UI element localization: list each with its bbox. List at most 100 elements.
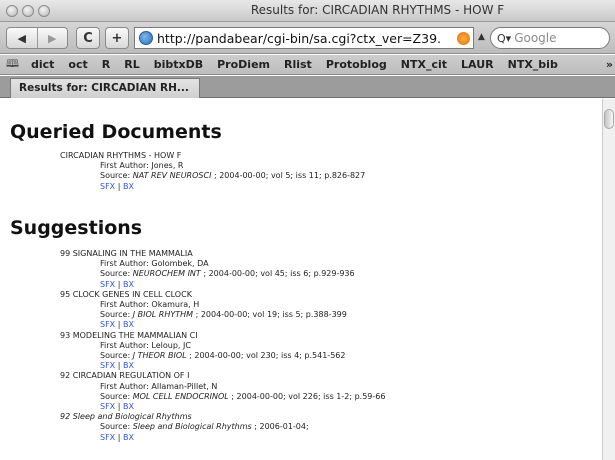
suggestion-item: 95 CLOCK GENES IN CELL CLOCK First Autho… <box>60 290 385 331</box>
suggestion-source: Source: Sleep and Biological Rhythms ; 2… <box>60 422 385 432</box>
suggestion-title: 93 MODELING THE MAMMALIAN CI <box>60 330 198 340</box>
suggestion-item: 92 Sleep and Biological Rhythms Source: … <box>60 412 385 443</box>
document-entry: CIRCADIAN RHYTHMS - HOW F First Author: … <box>60 151 365 192</box>
bx-link[interactable]: BX <box>123 320 134 329</box>
suggestion-links: SFX | BX <box>60 402 385 412</box>
bx-link[interactable]: BX <box>123 361 134 370</box>
document-source: Source: NAT REV NEUROSCI ; 2004-00-00; v… <box>60 171 365 181</box>
suggestion-author: First Author: Leloup, JC <box>100 340 191 350</box>
suggestion-source: Source: J BIOL RHYTHM ; 2004-00-00; vol … <box>60 310 385 320</box>
source-label: Source: <box>100 269 133 279</box>
journal-name: J BIOL RHYTHM <box>132 310 194 320</box>
sfx-link[interactable]: SFX <box>100 433 115 442</box>
source-details: ; 2006-01-04; <box>251 422 309 432</box>
title-bar: Results for: CIRCADIAN RHYTHMS - HOW F <box>0 0 615 22</box>
link-separator: | <box>115 361 123 371</box>
journal-name: NEUROCHEM INT <box>132 269 201 279</box>
suggestion-title: 95 CLOCK GENES IN CELL CLOCK <box>60 289 192 299</box>
rss-icon[interactable] <box>457 31 470 45</box>
forward-button[interactable]: ▶ <box>36 28 68 48</box>
journal-name: MOL CELL ENDOCRINOL <box>132 391 229 401</box>
document-links: SFX | BX <box>60 182 365 192</box>
suggestion-source: Source: J THEOR BIOL ; 2004-00-00; vol 2… <box>60 351 385 361</box>
document-title: CIRCADIAN RHYTHMS - HOW F <box>60 151 182 160</box>
suggestion-author: First Author: Allaman-Pillet, N <box>100 381 218 391</box>
search-placeholder: Google <box>514 31 557 45</box>
source-details: ; 2004-00-00; vol 5; iss 11; p.826-827 <box>211 171 366 181</box>
journal-name: NAT REV NEUROSCI <box>132 171 212 181</box>
suggestion-author: First Author: Golombek, DA <box>100 259 209 269</box>
source-label: Source: <box>100 391 133 401</box>
nav-button-group: ◀ ▶ <box>6 27 68 49</box>
bookmark-item[interactable]: NTX_cit <box>401 58 447 71</box>
bookmark-item[interactable]: LAUR <box>461 58 494 71</box>
journal-name: J THEOR BIOL <box>132 351 187 361</box>
suggestion-links: SFX | BX <box>60 320 385 330</box>
reload-button[interactable]: C <box>76 27 100 49</box>
bookmarks-overflow-button[interactable]: » <box>606 58 613 71</box>
search-input[interactable]: Q▾ Google <box>490 27 610 49</box>
vertical-scrollbar[interactable] <box>602 99 615 460</box>
suggestion-item: 99 SIGNALING IN THE MAMMALIA First Autho… <box>60 249 385 290</box>
bx-link[interactable]: BX <box>123 402 134 411</box>
suggestions-heading: Suggestions <box>10 217 143 239</box>
bookmark-item[interactable]: Protoblog <box>326 58 387 71</box>
bookmark-item[interactable]: ProDiem <box>217 58 270 71</box>
suggestion-item: 93 MODELING THE MAMMALIAN CI First Autho… <box>60 331 385 372</box>
sfx-link[interactable]: SFX <box>100 361 115 370</box>
bx-link[interactable]: BX <box>123 182 134 191</box>
source-label: Source: <box>100 422 133 432</box>
sfx-link[interactable]: SFX <box>100 402 115 411</box>
tab-results[interactable]: Results for: CIRCADIAN RH... <box>10 78 200 98</box>
back-button[interactable]: ◀ <box>7 28 37 48</box>
suggestion-item: 92 CIRCADIAN REGULATION OF I First Autho… <box>60 371 385 412</box>
search-icon[interactable]: Q▾ <box>497 32 511 45</box>
bookmark-item[interactable]: bibtxDB <box>154 58 203 71</box>
suggestion-author: First Author: Okamura, H <box>100 300 200 310</box>
address-bar[interactable]: http://pandabear/cgi-bin/sa.cgi?ctx_ver=… <box>134 27 474 49</box>
link-separator: | <box>115 279 123 289</box>
link-separator: | <box>115 320 123 330</box>
journal-name: Sleep and Biological Rhythms <box>132 422 252 432</box>
bookmark-item[interactable]: Rlist <box>284 58 312 71</box>
url-text[interactable]: http://pandabear/cgi-bin/sa.cgi?ctx_ver=… <box>157 31 457 46</box>
book-icon[interactable]: 🕮 <box>6 55 19 74</box>
suggestion-source: Source: MOL CELL ENDOCRINOL ; 2004-00-00… <box>60 392 385 402</box>
bookmark-item[interactable]: R <box>102 58 110 71</box>
sfx-link[interactable]: SFX <box>100 182 115 191</box>
bookmark-item[interactable]: RL <box>124 58 139 71</box>
sfx-link[interactable]: SFX <box>100 280 115 289</box>
add-bookmark-button[interactable]: + <box>105 27 129 49</box>
bookmark-item[interactable]: oct <box>68 58 87 71</box>
browser-window: Results for: CIRCADIAN RHYTHMS - HOW F ◀… <box>0 0 615 460</box>
bookmark-item[interactable]: NTX_bib <box>508 58 558 71</box>
bookmark-item[interactable]: dict <box>31 58 54 71</box>
queried-document: CIRCADIAN RHYTHMS - HOW F First Author: … <box>60 151 365 192</box>
link-separator: | <box>115 432 123 442</box>
scroll-thumb[interactable] <box>604 109 614 129</box>
bx-link[interactable]: BX <box>123 280 134 289</box>
source-details: ; 2004-00-00; vol 19; iss 5; p.388-399 <box>193 310 347 320</box>
source-label: Source: <box>100 351 133 361</box>
suggestions-list: 99 SIGNALING IN THE MAMMALIA First Autho… <box>60 249 385 443</box>
suggestion-links: SFX | BX <box>60 361 385 371</box>
queried-documents-heading: Queried Documents <box>10 121 222 143</box>
bookmarks-bar: 🕮 dict oct R RL bibtxDB ProDiem Rlist Pr… <box>0 55 615 75</box>
source-details: ; 2004-00-00; vol 230; iss 4; p.541-562 <box>186 351 346 361</box>
source-details: ; 2004-00-00; vol 45; iss 6; p.929-936 <box>200 269 355 279</box>
sfx-link[interactable]: SFX <box>100 320 115 329</box>
url-dropdown-icon[interactable]: ▲ <box>478 32 485 42</box>
source-details: ; 2004-00-00; vol 226; iss 1-2; p.59-66 <box>228 391 386 401</box>
source-label: Source: <box>100 171 133 181</box>
suggestion-title: 92 CIRCADIAN REGULATION OF I <box>60 371 190 381</box>
globe-icon <box>139 31 153 45</box>
suggestion-title: 99 SIGNALING IN THE MAMMALIA <box>60 249 193 258</box>
toolbar: ◀ ▶ C + http://pandabear/cgi-bin/sa.cgi?… <box>0 22 615 54</box>
page-content: Queried Documents CIRCADIAN RHYTHMS - HO… <box>0 99 602 460</box>
suggestion-links: SFX | BX <box>60 433 385 443</box>
bx-link[interactable]: BX <box>123 433 134 442</box>
suggestion-title: 92 Sleep and Biological Rhythms <box>60 412 192 422</box>
suggestion-source: Source: NEUROCHEM INT ; 2004-00-00; vol … <box>60 269 385 279</box>
source-label: Source: <box>100 310 133 320</box>
link-separator: | <box>115 402 123 412</box>
